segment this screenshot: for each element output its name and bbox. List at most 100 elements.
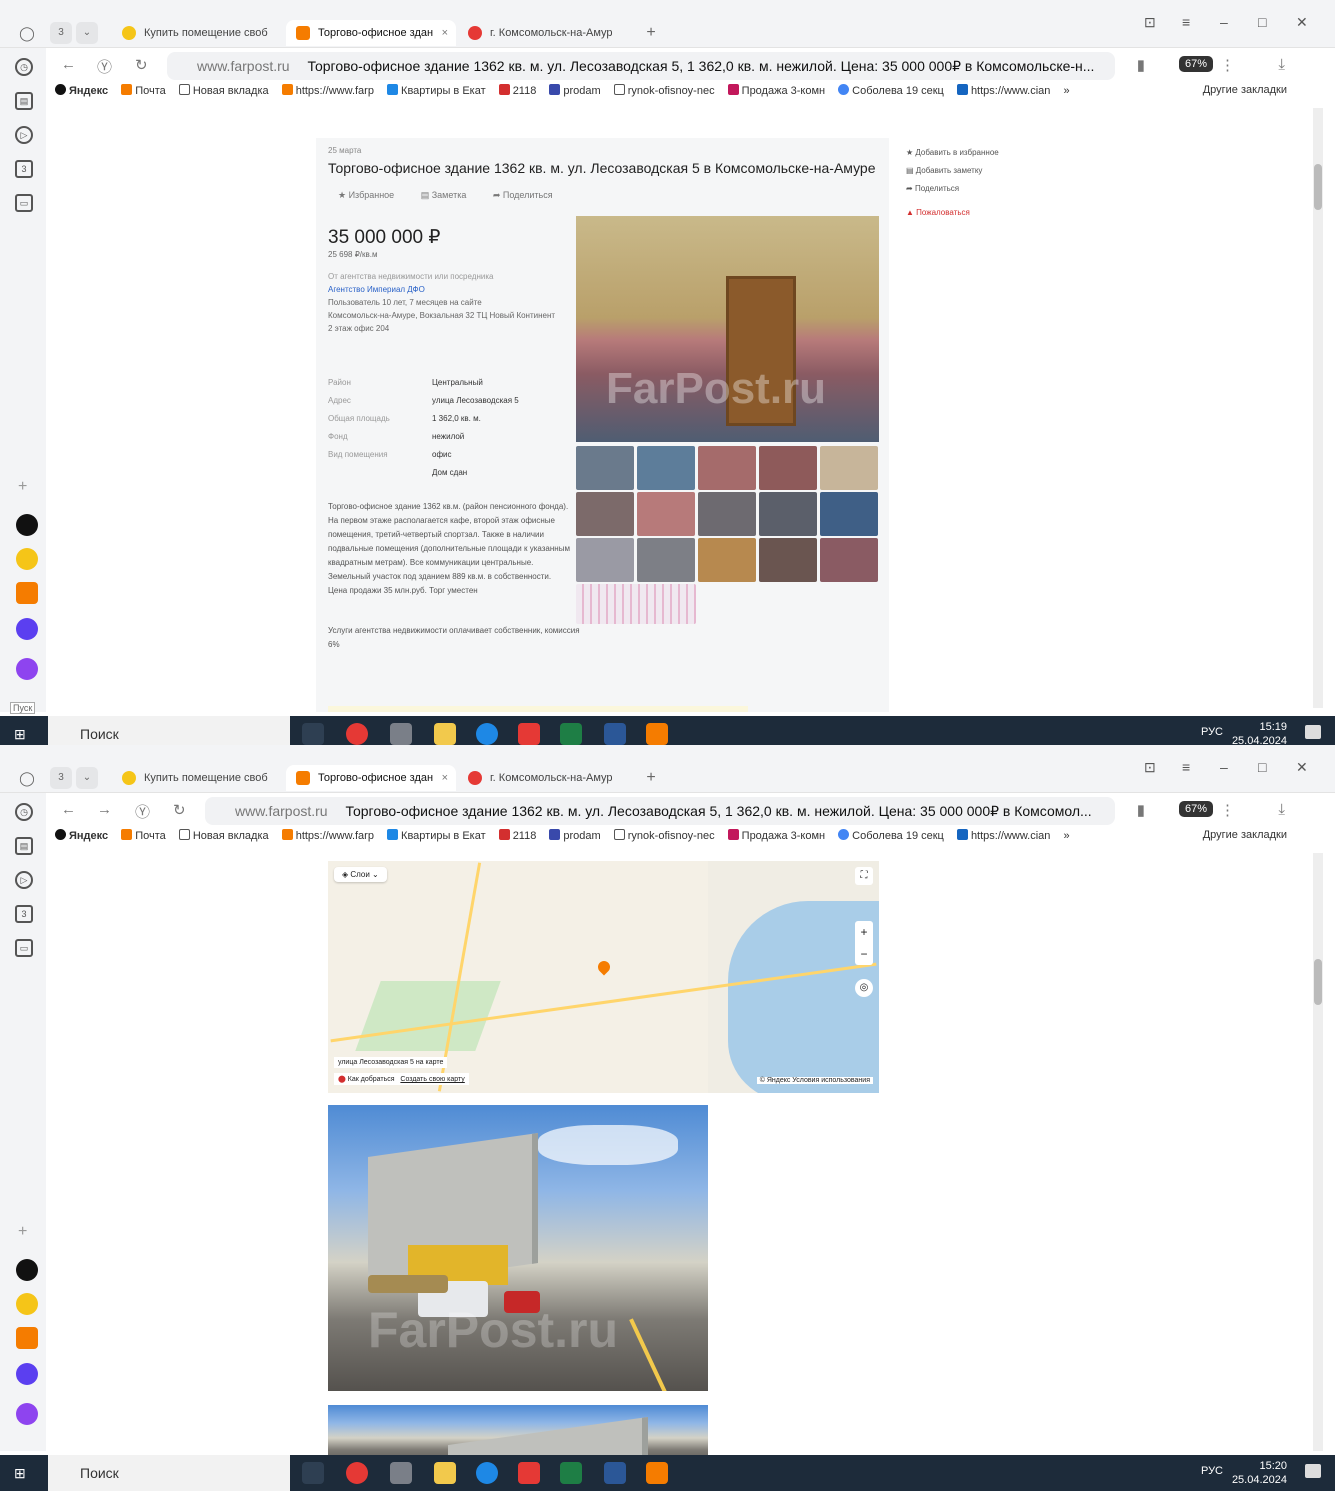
- photo-thumbnail[interactable]: [637, 492, 695, 536]
- share-link[interactable]: ➦ Поделиться: [906, 180, 1046, 198]
- tab-3[interactable]: г. Комсомольск-на-Амур: [458, 765, 628, 791]
- history-icon[interactable]: ◷: [15, 58, 33, 76]
- photo-thumbnail[interactable]: [820, 538, 878, 582]
- other-bookmarks[interactable]: Другие закладки: [1203, 84, 1287, 96]
- yandex-icon[interactable]: [518, 1462, 540, 1484]
- bookmark-item[interactable]: prodam: [549, 84, 601, 97]
- profile-icon[interactable]: ◯: [16, 767, 38, 789]
- windows-start-icon[interactable]: ⊞: [14, 1465, 26, 1482]
- tab-2[interactable]: Торгово-офисное здан ×: [286, 765, 456, 791]
- zoom-badge[interactable]: 67%: [1178, 56, 1213, 72]
- page-scrollbar[interactable]: [1313, 108, 1323, 708]
- photo-thumbnail[interactable]: [637, 538, 695, 582]
- photo-thumbnail[interactable]: [759, 446, 817, 490]
- play-icon[interactable]: ▷: [15, 871, 33, 889]
- address-bar[interactable]: www.farpost.ru Торгово-офисное здание 13…: [205, 797, 1115, 825]
- explorer-icon[interactable]: [434, 723, 456, 745]
- excel-icon[interactable]: [560, 1462, 582, 1484]
- map-terms[interactable]: © Яндекс Условия использования: [756, 1077, 873, 1084]
- photo-thumbnail[interactable]: [820, 492, 878, 536]
- yandex-icon[interactable]: Ⓨ: [97, 56, 112, 77]
- minimize-icon[interactable]: –: [1220, 14, 1228, 30]
- app-icon[interactable]: [390, 1462, 412, 1484]
- taskbar-clock[interactable]: 15:20 25.04.2024: [1232, 1459, 1287, 1487]
- menu-icon[interactable]: ≡: [1182, 14, 1190, 30]
- own-map-link[interactable]: Создать свою карту: [400, 1076, 464, 1083]
- tray-lang[interactable]: РУС: [1201, 1465, 1223, 1477]
- download-icon[interactable]: ⤓: [1278, 801, 1285, 818]
- add-favorite-link[interactable]: ★ Добавить в избранное: [906, 144, 1046, 162]
- bookmark-icon[interactable]: ▮: [1137, 56, 1145, 74]
- bookmark-item[interactable]: rynok-ofisnoy-nec: [613, 829, 715, 842]
- yandex-app-icon[interactable]: [16, 1259, 38, 1281]
- app-icon[interactable]: [646, 723, 668, 745]
- reload-icon[interactable]: ↻: [173, 801, 186, 819]
- photo-thumbnail[interactable]: [698, 538, 756, 582]
- geolocation-icon[interactable]: ◎: [855, 979, 873, 997]
- add-note-link[interactable]: ▤ Добавить заметку: [906, 162, 1046, 180]
- bookmark-item[interactable]: Почта: [121, 84, 166, 97]
- tab-counter[interactable]: 3: [50, 22, 72, 44]
- bookmark-item[interactable]: Квартиры в Екат: [387, 84, 486, 97]
- add-panel-icon[interactable]: +: [18, 1223, 27, 1241]
- bookmark-item[interactable]: 2118: [498, 84, 536, 97]
- scrollbar-thumb[interactable]: [1314, 959, 1322, 1005]
- photo-thumbnail[interactable]: [820, 446, 878, 490]
- agency-link[interactable]: Агентство Империал ДФО: [328, 283, 558, 296]
- market-app-icon[interactable]: [16, 1293, 38, 1315]
- bookmark-item[interactable]: rynok-ofisnoy-nec: [613, 84, 715, 97]
- report-link[interactable]: ▲ Пожаловаться: [906, 204, 1046, 222]
- tab-counter[interactable]: 3: [50, 767, 72, 789]
- collections-icon[interactable]: ▤: [15, 92, 33, 110]
- bookmarks-more[interactable]: »: [1063, 85, 1069, 97]
- bookmark-item[interactable]: https://www.cian: [956, 829, 1050, 842]
- yandex-icon[interactable]: Ⓨ: [135, 801, 150, 822]
- photo-thumbnail[interactable]: [759, 538, 817, 582]
- more-icon[interactable]: ⋮: [1220, 56, 1235, 74]
- notifications-icon[interactable]: [1305, 725, 1321, 739]
- tab-1[interactable]: Купить помещение своб: [112, 20, 282, 46]
- excel-icon[interactable]: [560, 723, 582, 745]
- calendar-icon[interactable]: 3: [15, 160, 33, 178]
- fullscreen-icon[interactable]: ⛶: [855, 867, 873, 885]
- bookmark-item[interactable]: Продажа 3-комн: [727, 84, 825, 97]
- yandex-app-icon[interactable]: [16, 514, 38, 536]
- add-panel-icon[interactable]: +: [18, 478, 27, 496]
- taskbar-clock[interactable]: 15:19 25.04.2024: [1232, 720, 1287, 748]
- taskbar-search[interactable]: Поиск: [48, 1455, 290, 1491]
- edge-icon[interactable]: [476, 723, 498, 745]
- play-icon[interactable]: ▷: [15, 126, 33, 144]
- building-photo[interactable]: FarPost.ru: [328, 1105, 708, 1391]
- photo-thumbnail[interactable]: [698, 492, 756, 536]
- notifications-icon[interactable]: [1305, 1464, 1321, 1478]
- new-tab-button[interactable]: +: [640, 22, 662, 44]
- forward-icon[interactable]: →: [97, 801, 112, 818]
- close-tab-icon[interactable]: ×: [442, 20, 448, 46]
- bookmark-item[interactable]: Соболева 19 секц: [838, 84, 944, 97]
- tab-2[interactable]: Торгово-офисное здан ×: [286, 20, 456, 46]
- history-icon[interactable]: ◷: [15, 803, 33, 821]
- messenger-app-icon[interactable]: [16, 618, 38, 640]
- tabs-dropdown-icon[interactable]: ⌄: [76, 767, 98, 789]
- main-photo[interactable]: FarPost.ru: [576, 216, 879, 442]
- bookmark-item[interactable]: Яндекс: [55, 84, 108, 97]
- market-app-icon[interactable]: [16, 548, 38, 570]
- windows-start-icon[interactable]: ⊞: [14, 726, 26, 743]
- bookmark-item[interactable]: Почта: [121, 829, 166, 842]
- bookmark-item[interactable]: Соболева 19 секц: [838, 829, 944, 842]
- close-window-icon[interactable]: ✕: [1296, 14, 1308, 31]
- zoom-controls[interactable]: + −: [855, 921, 873, 965]
- address-bar[interactable]: www.farpost.ru Торгово-офисное здание 13…: [167, 52, 1115, 80]
- route-link[interactable]: Как добраться: [348, 1076, 395, 1083]
- reload-icon[interactable]: ↻: [135, 56, 148, 74]
- scrollbar-thumb[interactable]: [1314, 164, 1322, 210]
- note-button[interactable]: ▤ Заметка: [421, 190, 467, 200]
- photo-thumbnail[interactable]: [576, 446, 634, 490]
- word-icon[interactable]: [604, 723, 626, 745]
- building-photo-2[interactable]: [328, 1405, 708, 1455]
- alice-app-icon[interactable]: [16, 1403, 38, 1425]
- messenger-app-icon[interactable]: [16, 1363, 38, 1385]
- back-icon[interactable]: ←: [61, 56, 76, 73]
- screen-icon[interactable]: ▭: [15, 939, 33, 957]
- bookmark-item[interactable]: prodam: [549, 829, 601, 842]
